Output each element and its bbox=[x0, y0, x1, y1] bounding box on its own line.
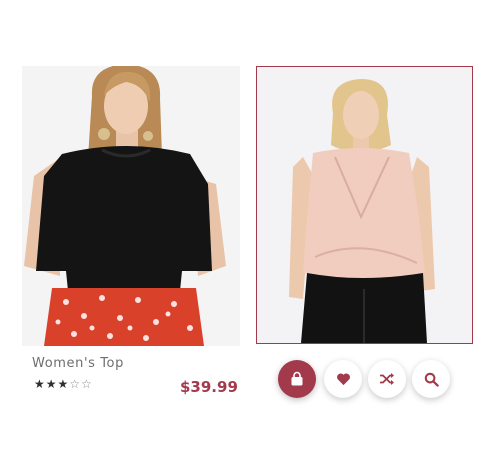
model-blush-wrap-top-image bbox=[257, 67, 472, 343]
shopping-bag-icon bbox=[289, 371, 305, 387]
rating-stars: ★★★☆☆ bbox=[34, 377, 93, 391]
wishlist-button[interactable] bbox=[324, 360, 362, 398]
rating-stars-empty: ☆☆ bbox=[69, 377, 93, 391]
model-black-top-image bbox=[22, 66, 240, 346]
rating-stars-filled: ★★★ bbox=[34, 377, 70, 391]
compare-button[interactable] bbox=[368, 360, 406, 398]
product-title[interactable]: Women's Top bbox=[32, 356, 124, 371]
add-to-cart-button[interactable] bbox=[278, 360, 316, 398]
product-price: $39.99 bbox=[180, 378, 238, 396]
product-card-2[interactable] bbox=[256, 66, 473, 344]
search-icon bbox=[424, 372, 439, 387]
shuffle-icon bbox=[379, 372, 395, 386]
heart-icon bbox=[336, 372, 351, 386]
product-image-2[interactable] bbox=[256, 66, 473, 344]
product-image-1[interactable] bbox=[22, 66, 240, 346]
quick-view-button[interactable] bbox=[412, 360, 450, 398]
product-card-1[interactable] bbox=[22, 66, 240, 346]
